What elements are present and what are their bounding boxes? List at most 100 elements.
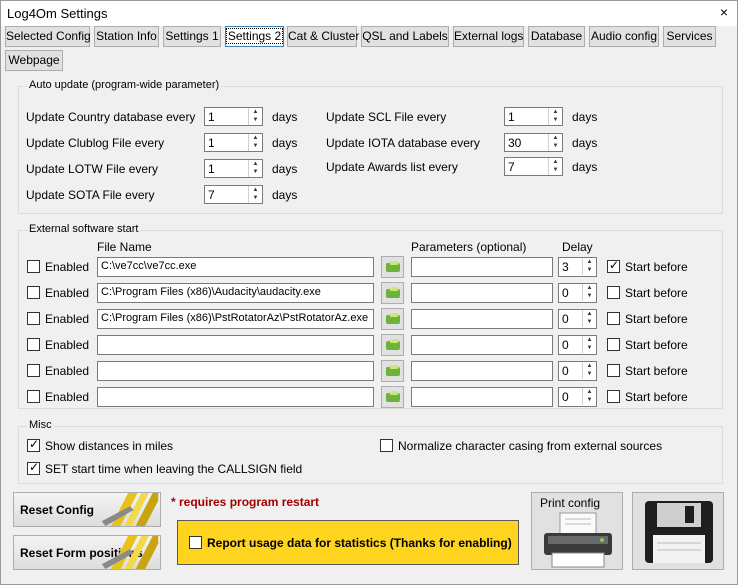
tab-audio-config[interactable]: Audio config — [589, 26, 659, 47]
spin-down-icon[interactable]: ▼ — [583, 396, 596, 404]
reset-form-positions-button[interactable]: Reset Form positions — [13, 535, 161, 570]
sota-spinner[interactable]: 7 ▲ ▼ — [204, 185, 263, 204]
delay-spinner[interactable]: 0 ▲ ▼ — [558, 335, 597, 355]
start-before-checkbox[interactable] — [607, 364, 620, 377]
spin-down-icon[interactable]: ▼ — [583, 292, 596, 300]
file-name-input[interactable]: C:\ve7cc\ve7cc.exe — [97, 257, 374, 277]
spin-down-icon[interactable]: ▼ — [583, 344, 596, 352]
browse-button[interactable] — [381, 256, 404, 278]
spin-up-icon[interactable]: ▲ — [549, 134, 562, 142]
spin-up-icon[interactable]: ▲ — [583, 362, 596, 370]
awards-spinner[interactable]: 7 ▲ ▼ — [504, 157, 563, 176]
enabled-label: Enabled — [45, 338, 90, 352]
tab-settings-2[interactable]: Settings 2 — [225, 26, 284, 47]
clublog-spinner[interactable]: 1 ▲ ▼ — [204, 133, 263, 152]
misc-title: Misc — [27, 419, 54, 431]
window-title: Log4Om Settings — [7, 6, 108, 21]
close-icon[interactable]: × — [715, 4, 733, 22]
iota-spinner[interactable]: 30 ▲ ▼ — [504, 133, 563, 152]
spin-down-icon[interactable]: ▼ — [249, 116, 262, 124]
browse-button[interactable] — [381, 308, 404, 330]
file-name-input[interactable]: C:\Program Files (x86)\PstRotatorAz\PstR… — [97, 309, 374, 329]
tab-database[interactable]: Database — [528, 26, 585, 47]
enabled-checkbox[interactable] — [27, 338, 40, 351]
spin-down-icon[interactable]: ▼ — [549, 142, 562, 150]
enabled-checkbox[interactable] — [27, 390, 40, 403]
lotw-spinner[interactable]: 1 ▲ ▼ — [204, 159, 263, 178]
file-name-input[interactable] — [97, 361, 374, 381]
delay-spinner[interactable]: 0 ▲ ▼ — [558, 309, 597, 329]
spin-down-icon[interactable]: ▼ — [249, 194, 262, 202]
days-label: days — [572, 136, 598, 150]
enabled-checkbox[interactable] — [27, 364, 40, 377]
parameters-input[interactable] — [411, 361, 553, 381]
spin-down-icon[interactable]: ▼ — [583, 318, 596, 326]
scl-spinner[interactable]: 1 ▲ ▼ — [504, 107, 563, 126]
tab-selected-config[interactable]: Selected Config — [5, 26, 91, 47]
spin-up-icon[interactable]: ▲ — [549, 158, 562, 166]
spin-up-icon[interactable]: ▲ — [249, 108, 262, 116]
spin-up-icon[interactable]: ▲ — [583, 336, 596, 344]
show-miles-checkbox[interactable] — [27, 437, 40, 452]
tab-qsl-labels[interactable]: QSL and Labels — [361, 26, 449, 47]
spin-up-icon[interactable]: ▲ — [583, 388, 596, 396]
tab-cat-cluster[interactable]: Cat & Cluster — [287, 26, 359, 47]
spin-up-icon[interactable]: ▲ — [249, 134, 262, 142]
enabled-checkbox[interactable] — [27, 286, 40, 299]
parameters-input[interactable] — [411, 387, 553, 407]
spin-down-icon[interactable]: ▼ — [249, 168, 262, 176]
browse-button[interactable] — [381, 282, 404, 304]
save-button[interactable] — [632, 492, 724, 570]
spin-up-icon[interactable]: ▲ — [583, 284, 596, 292]
start-before-checkbox[interactable] — [607, 258, 620, 273]
days-label: days — [272, 188, 298, 202]
normalize-casing-checkbox[interactable] — [380, 439, 393, 452]
enabled-checkbox[interactable] — [27, 260, 40, 273]
settings-window: Log4Om Settings × Selected Config Statio… — [0, 0, 738, 585]
start-before-checkbox[interactable] — [607, 338, 620, 351]
enabled-checkbox[interactable] — [27, 312, 40, 325]
spin-up-icon[interactable]: ▲ — [583, 310, 596, 318]
file-name-input[interactable] — [97, 335, 374, 355]
tab-station-info[interactable]: Station Info — [94, 26, 159, 47]
spin-down-icon[interactable]: ▼ — [583, 370, 596, 378]
report-usage-checkbox[interactable] — [189, 536, 202, 549]
tab-settings-1[interactable]: Settings 1 — [163, 26, 221, 47]
delay-spinner[interactable]: 0 ▲ ▼ — [558, 387, 597, 407]
file-name-input[interactable]: C:\Program Files (x86)\Audacity\audacity… — [97, 283, 374, 303]
start-before-label: Start before — [625, 260, 688, 274]
file-name-input[interactable] — [97, 387, 374, 407]
parameters-input[interactable] — [411, 309, 553, 329]
parameters-input[interactable] — [411, 283, 553, 303]
country-db-spinner[interactable]: 1 ▲ ▼ — [204, 107, 263, 126]
spin-down-icon[interactable]: ▼ — [549, 166, 562, 174]
browse-button[interactable] — [381, 360, 404, 382]
spin-up-icon[interactable]: ▲ — [249, 160, 262, 168]
parameters-input[interactable] — [411, 335, 553, 355]
tab-external-logs[interactable]: External logs — [453, 26, 524, 47]
parameters-input[interactable] — [411, 257, 553, 277]
delay-spinner[interactable]: 0 ▲ ▼ — [558, 361, 597, 381]
browse-button[interactable] — [381, 334, 404, 356]
tab-services[interactable]: Services — [663, 26, 716, 47]
reset-config-button[interactable]: Reset Config — [13, 492, 161, 527]
clublog-label: Update Clublog File every — [26, 136, 165, 150]
delay-spinner[interactable]: 3 ▲ ▼ — [558, 257, 597, 277]
spin-up-icon[interactable]: ▲ — [249, 186, 262, 194]
start-before-checkbox[interactable] — [607, 312, 620, 325]
print-config-button[interactable]: Print config — [531, 492, 623, 570]
auto-update-title: Auto update (program-wide parameter) — [27, 79, 222, 91]
spin-down-icon[interactable]: ▼ — [249, 142, 262, 150]
start-before-checkbox[interactable] — [607, 390, 620, 403]
set-start-time-checkbox[interactable] — [27, 460, 40, 475]
folder-icon — [386, 365, 400, 376]
start-before-checkbox[interactable] — [607, 286, 620, 299]
sota-label: Update SOTA File every — [26, 188, 155, 202]
spin-down-icon[interactable]: ▼ — [583, 266, 596, 274]
browse-button[interactable] — [381, 386, 404, 408]
spin-up-icon[interactable]: ▲ — [583, 258, 596, 266]
spin-down-icon[interactable]: ▼ — [549, 116, 562, 124]
spin-up-icon[interactable]: ▲ — [549, 108, 562, 116]
tab-webpage[interactable]: Webpage — [5, 50, 63, 71]
delay-spinner[interactable]: 0 ▲ ▼ — [558, 283, 597, 303]
